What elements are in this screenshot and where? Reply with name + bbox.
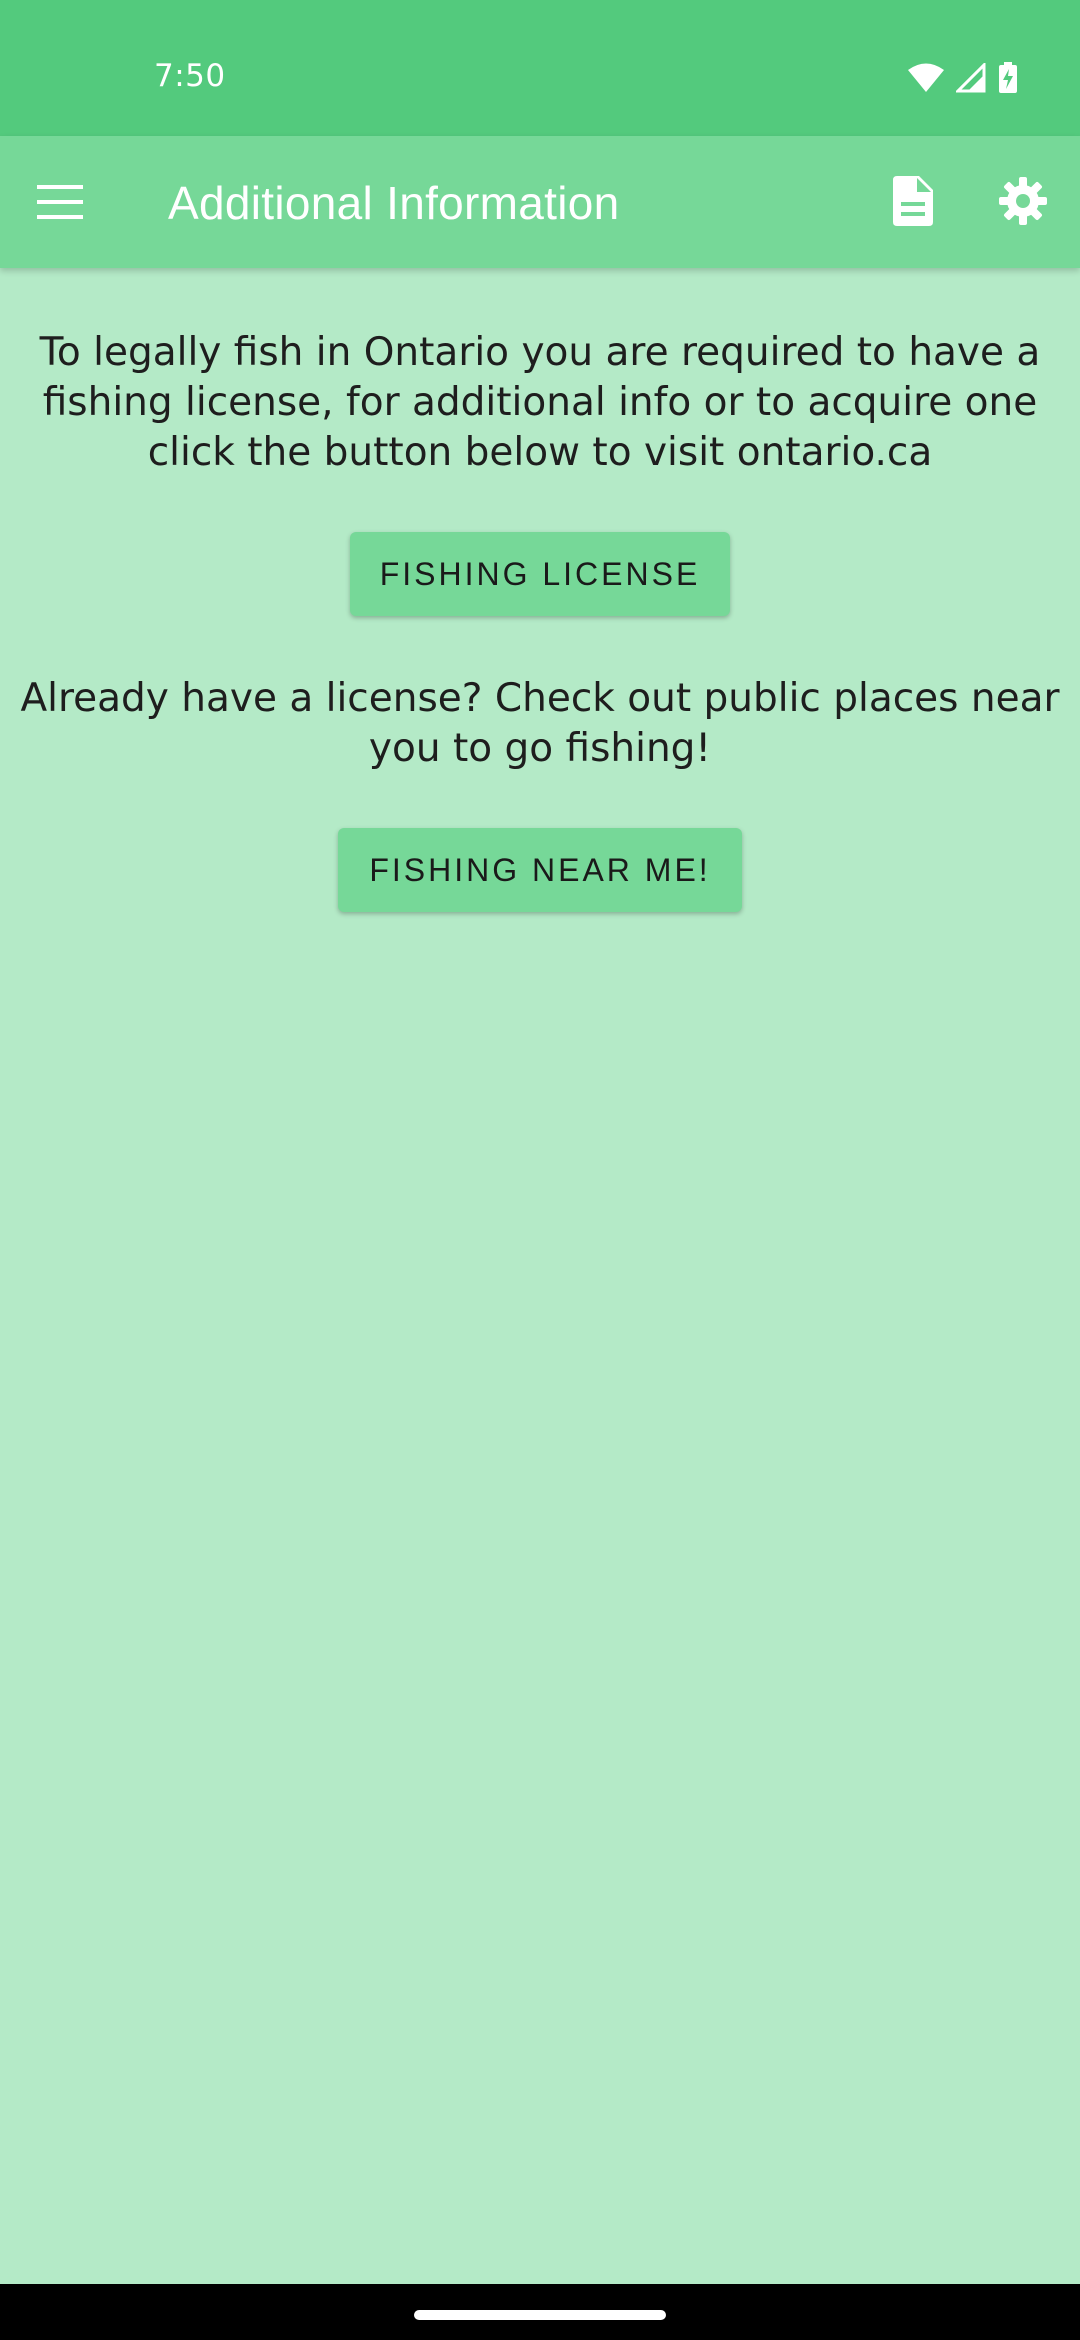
status-icons <box>908 60 1018 99</box>
fishing-license-button[interactable]: FISHING LICENSE <box>350 532 730 616</box>
page-title: Additional Information <box>168 177 620 229</box>
status-bar: 7:50 <box>0 0 1080 136</box>
cell-signal-icon <box>954 60 986 98</box>
places-info-text: Already have a license? Check out public… <box>20 676 1060 771</box>
license-info-text: To legally fish in Ontario you are requi… <box>39 330 1041 475</box>
fishing-near-me-button[interactable]: FISHING NEAR ME! <box>338 828 742 912</box>
document-icon[interactable] <box>880 168 946 234</box>
wifi-icon <box>908 63 944 98</box>
menu-icon[interactable] <box>30 172 90 232</box>
status-time: 7:50 <box>154 58 226 94</box>
navigation-bar <box>0 2284 1080 2340</box>
gear-icon[interactable] <box>990 168 1056 234</box>
battery-charging-icon <box>998 61 1018 99</box>
app-bar: Additional Information <box>0 136 1080 268</box>
home-handle[interactable] <box>414 2310 666 2320</box>
